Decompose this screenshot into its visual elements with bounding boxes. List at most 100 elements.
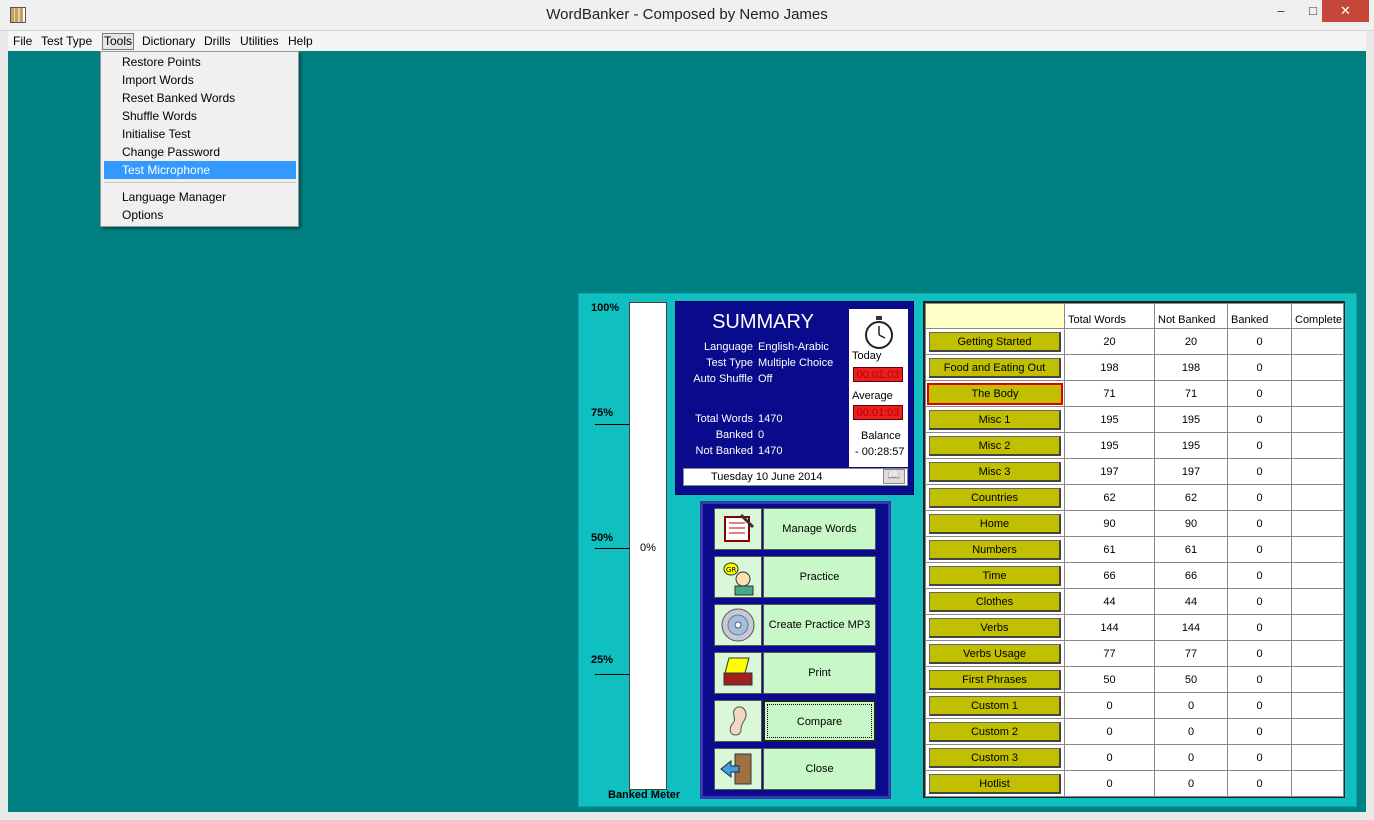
total-words-cell: 0	[1064, 692, 1155, 719]
category-cell: Verbs	[925, 614, 1065, 641]
average-timer: 00:01:03	[853, 405, 903, 420]
ear-icon[interactable]	[714, 700, 762, 742]
table-row: The Body 71 71 0	[925, 380, 1344, 407]
manage-words-button[interactable]: Manage Words	[763, 508, 876, 550]
complete-cell	[1291, 458, 1344, 485]
banked-cell: 0	[1227, 640, 1292, 667]
compare-button[interactable]: Compare	[763, 700, 876, 742]
category-button-verbs[interactable]: Verbs	[929, 617, 1061, 638]
complete-cell	[1291, 614, 1344, 641]
total-words-cell: 195	[1064, 406, 1155, 433]
menu-test-type[interactable]: Test Type	[39, 34, 94, 48]
menu-item-language-manager[interactable]: Language Manager	[104, 188, 296, 206]
banked-cell: 0	[1227, 432, 1292, 459]
menu-item-change-password[interactable]: Change Password	[104, 143, 296, 161]
cd-icon[interactable]	[714, 604, 762, 646]
table-row: Numbers 61 61 0	[925, 536, 1344, 563]
category-button-clothes[interactable]: Clothes	[929, 591, 1061, 612]
manage-words-row: Manage Words	[714, 508, 876, 550]
summary-value: English-Arabic	[758, 341, 829, 353]
complete-cell	[1291, 666, 1344, 693]
banked-cell: 0	[1227, 588, 1292, 615]
category-button-misc-1[interactable]: Misc 1	[929, 409, 1061, 430]
complete-cell	[1291, 718, 1344, 745]
close-window-button[interactable]: ✕	[1322, 0, 1369, 22]
not-banked-cell: 62	[1154, 484, 1228, 511]
category-button-hotlist[interactable]: Hotlist	[929, 773, 1061, 794]
meter-tick-25: 25%	[591, 654, 614, 666]
complete-cell	[1291, 770, 1344, 797]
table-row: Misc 3 197 197 0	[925, 458, 1344, 485]
category-button-home[interactable]: Home	[929, 513, 1061, 534]
banked-cell: 0	[1227, 510, 1292, 537]
notebook-icon[interactable]	[714, 508, 762, 550]
category-cell: First Phrases	[925, 666, 1065, 693]
category-button-custom-3[interactable]: Custom 3	[929, 747, 1061, 768]
menu-tools[interactable]: Tools	[102, 33, 135, 50]
category-button-time[interactable]: Time	[929, 565, 1061, 586]
category-button-misc-3[interactable]: Misc 3	[929, 461, 1061, 482]
category-button-numbers[interactable]: Numbers	[929, 539, 1061, 560]
menu-utilities[interactable]: Utilities	[238, 34, 281, 48]
menu-item-shuffle-words[interactable]: Shuffle Words	[104, 107, 296, 125]
menu-item-test-microphone[interactable]: Test Microphone	[104, 161, 296, 179]
menu-item-options[interactable]: Options	[104, 206, 296, 224]
banked-cell: 0	[1227, 458, 1292, 485]
category-cell: Custom 2	[925, 718, 1065, 745]
not-banked-cell: 90	[1154, 510, 1228, 537]
category-button-countries[interactable]: Countries	[929, 487, 1061, 508]
category-button-first-phrases[interactable]: First Phrases	[929, 669, 1061, 690]
total-words-cell: 61	[1064, 536, 1155, 563]
category-button-getting-started[interactable]: Getting Started	[929, 331, 1061, 352]
category-cell: Custom 3	[925, 744, 1065, 771]
close-row: Close	[714, 748, 876, 790]
category-button-custom-2[interactable]: Custom 2	[929, 721, 1061, 742]
banked-cell: 0	[1227, 614, 1292, 641]
category-button-food-and-eating-out[interactable]: Food and Eating Out	[929, 357, 1061, 378]
category-button-misc-2[interactable]: Misc 2	[929, 435, 1061, 456]
speaking-person-icon[interactable]: GR	[714, 556, 762, 598]
banked-cell: 0	[1227, 692, 1292, 719]
calendar-icon[interactable]: 📖	[883, 469, 905, 484]
create-practice-mp3-button[interactable]: Create Practice MP3	[763, 604, 876, 646]
table-row: Custom 1000	[925, 692, 1344, 719]
print-button[interactable]: Print	[763, 652, 876, 694]
not-banked-cell: 195	[1154, 432, 1228, 459]
window-title: WordBanker - Composed by Nemo James	[546, 6, 828, 23]
banked-cell: 0	[1227, 770, 1292, 797]
menu-item-restore-points[interactable]: Restore Points	[104, 53, 296, 71]
category-cell: Home	[925, 510, 1065, 537]
menu-item-import-words[interactable]: Import Words	[104, 71, 296, 89]
total-words-cell: 0	[1064, 718, 1155, 745]
tools-dropdown-menu: Restore Points Import Words Reset Banked…	[100, 51, 299, 227]
category-button-custom-1[interactable]: Custom 1	[929, 695, 1061, 716]
not-banked-cell: 61	[1154, 536, 1228, 563]
menu-file[interactable]: File	[11, 34, 34, 48]
summary-not-banked: Not Banked 1470	[683, 445, 783, 457]
meter-tick-line	[595, 548, 629, 549]
menu-help[interactable]: Help	[286, 34, 315, 48]
exit-door-icon[interactable]	[714, 748, 762, 790]
practice-button[interactable]: Practice	[763, 556, 876, 598]
category-button-the-body[interactable]: The Body	[927, 382, 1063, 405]
summary-key: Banked	[715, 429, 753, 441]
minimize-button[interactable]: –	[1264, 0, 1298, 22]
menu-dictionary[interactable]: Dictionary	[140, 34, 197, 48]
menu-drills[interactable]: Drills	[202, 34, 233, 48]
meter-tick-100: 100%	[591, 302, 620, 314]
category-button-verbs-usage[interactable]: Verbs Usage	[929, 643, 1061, 664]
menu-item-initialise-test[interactable]: Initialise Test	[104, 125, 296, 143]
complete-cell	[1291, 692, 1344, 719]
summary-key: Total Words	[695, 413, 753, 425]
average-label: Average	[852, 390, 893, 402]
not-banked-cell: 197	[1154, 458, 1228, 485]
not-banked-cell: 44	[1154, 588, 1228, 615]
complete-cell	[1291, 510, 1344, 537]
menu-item-reset-banked-words[interactable]: Reset Banked Words	[104, 89, 296, 107]
table-row: Verbs 144 144 0	[925, 614, 1344, 641]
close-button[interactable]: Close	[763, 748, 876, 790]
printer-icon[interactable]	[714, 652, 762, 694]
meter-tick-line	[595, 674, 629, 675]
table-row: Countries 62 62 0	[925, 484, 1344, 511]
summary-title: SUMMARY	[712, 311, 814, 333]
